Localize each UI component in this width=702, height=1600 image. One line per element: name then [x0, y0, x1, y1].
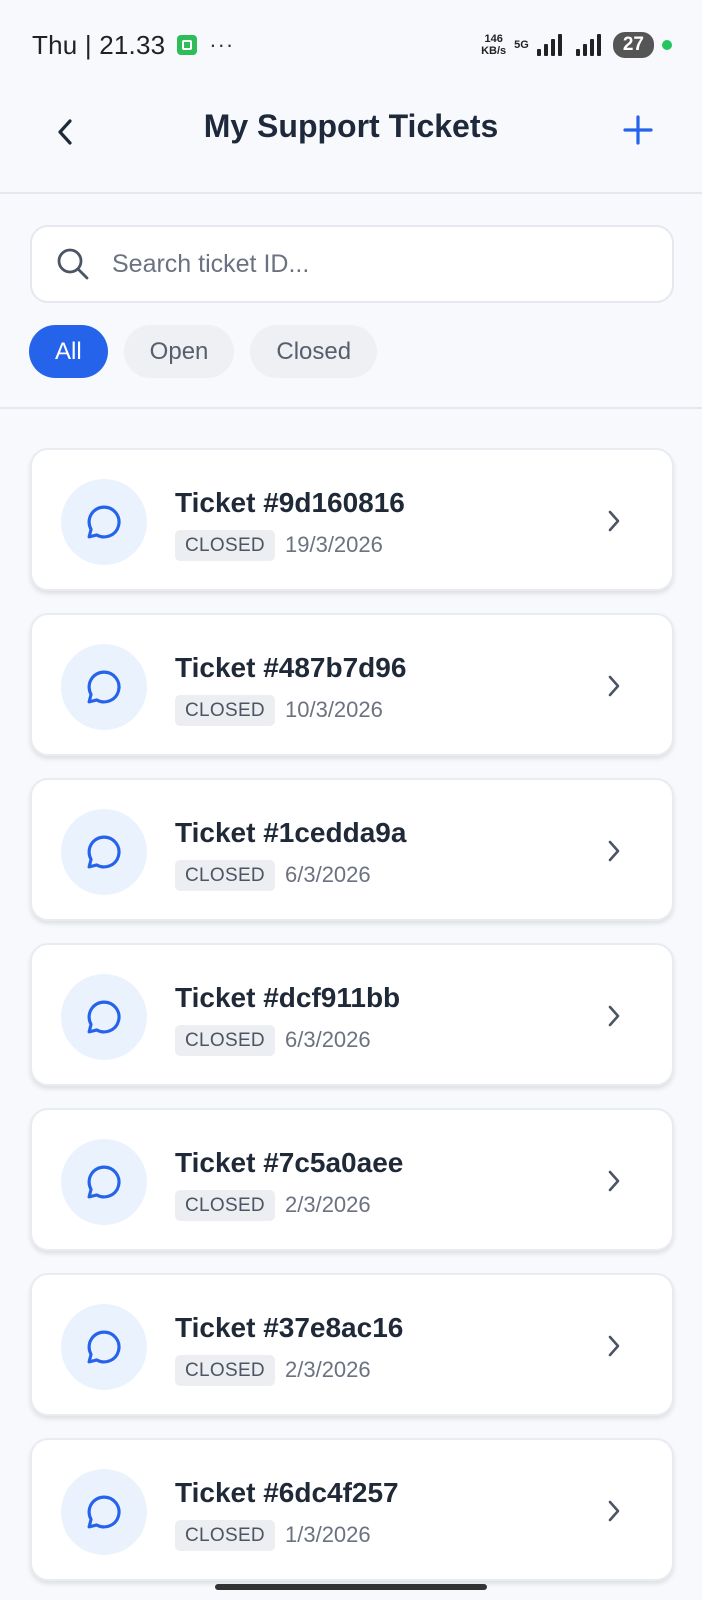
page-title: My Support Tickets: [203, 108, 499, 144]
network-speed-value: 146: [484, 33, 503, 45]
status-badge: CLOSED: [175, 1355, 275, 1386]
ticket-icon-circle: [61, 1139, 147, 1225]
chat-bubble-icon: [87, 1165, 121, 1199]
filter-all[interactable]: All: [29, 325, 108, 378]
signal-icon: [536, 34, 562, 56]
chevron-right-icon: [604, 1331, 624, 1361]
status-badge: CLOSED: [175, 695, 275, 726]
chat-bubble-icon: [87, 1000, 121, 1034]
ticket-card[interactable]: Ticket #6dc4f257 CLOSED 1/3/2026: [30, 1438, 674, 1581]
ticket-icon-circle: [61, 644, 147, 730]
chat-bubble-icon: [87, 835, 121, 869]
ticket-card[interactable]: Ticket #37e8ac16 CLOSED 2/3/2026: [30, 1273, 674, 1416]
chat-bubble-icon: [87, 1495, 121, 1529]
privacy-dot-icon: [662, 40, 672, 50]
ticket-card[interactable]: Ticket #9d160816 CLOSED 19/3/2026: [30, 448, 674, 591]
ticket-card[interactable]: Ticket #1cedda9a CLOSED 6/3/2026: [30, 778, 674, 921]
ticket-date: 10/3/2026: [285, 697, 383, 722]
section-divider: [0, 407, 702, 409]
ticket-card[interactable]: Ticket #dcf911bb CLOSED 6/3/2026: [30, 943, 674, 1086]
chat-bubble-icon: [87, 505, 121, 539]
battery-indicator: 27: [612, 32, 654, 58]
chevron-right-icon: [604, 506, 624, 536]
app-header: My Support Tickets: [0, 90, 702, 194]
status-time: Thu | 21.33: [32, 29, 166, 60]
ticket-icon-circle: [61, 479, 147, 565]
app-notification-icon: [177, 35, 198, 55]
status-bar-left: Thu | 21.33 ···: [32, 30, 234, 61]
filter-open[interactable]: Open: [123, 325, 235, 378]
status-badge: CLOSED: [175, 1520, 275, 1551]
chevron-right-icon: [604, 1166, 624, 1196]
ticket-title: Ticket #1cedda9a: [175, 817, 407, 848]
search-icon: [57, 248, 89, 280]
ticket-date: 2/3/2026: [285, 1192, 371, 1217]
status-bar: Thu | 21.33 ··· 146 KB/s 5G 27: [0, 0, 702, 90]
status-badge: CLOSED: [175, 1190, 275, 1221]
network-speed: 146 KB/s: [481, 33, 506, 57]
ticket-title: Ticket #dcf911bb: [175, 982, 401, 1013]
ticket-title: Ticket #487b7d96: [175, 652, 407, 683]
ticket-icon-circle: [61, 974, 147, 1060]
ticket-date: 1/3/2026: [285, 1522, 371, 1547]
home-indicator[interactable]: [215, 1584, 487, 1590]
search-box: [30, 225, 674, 303]
plus-icon: [623, 115, 653, 145]
chevron-right-icon: [604, 671, 624, 701]
network-speed-unit: KB/s: [481, 45, 507, 57]
ticket-date: 19/3/2026: [285, 532, 383, 557]
ticket-icon-circle: [61, 1469, 147, 1555]
ticket-title: Ticket #6dc4f257: [175, 1477, 399, 1508]
ticket-icon-circle: [61, 1304, 147, 1390]
filter-chips: All Open Closed: [29, 325, 378, 378]
signal-icon-2: [575, 34, 601, 56]
status-badge: CLOSED: [175, 530, 275, 561]
chevron-right-icon: [604, 1496, 624, 1526]
ticket-date: 6/3/2026: [285, 1027, 371, 1052]
chevron-right-icon: [604, 1001, 624, 1031]
status-badge: CLOSED: [175, 860, 275, 891]
chevron-right-icon: [604, 836, 624, 866]
new-ticket-button[interactable]: [618, 110, 658, 150]
status-bar-right: 146 KB/s 5G 27: [481, 32, 672, 58]
ticket-date: 2/3/2026: [285, 1357, 371, 1382]
search-input[interactable]: [112, 249, 632, 279]
chat-bubble-icon: [87, 1330, 121, 1364]
more-notifications-icon: ···: [209, 32, 235, 57]
ticket-title: Ticket #7c5a0aee: [175, 1147, 404, 1178]
ticket-icon-circle: [61, 809, 147, 895]
ticket-date: 6/3/2026: [285, 862, 371, 887]
ticket-card[interactable]: Ticket #7c5a0aee CLOSED 2/3/2026: [30, 1108, 674, 1251]
ticket-title: Ticket #37e8ac16: [175, 1312, 404, 1343]
filter-closed[interactable]: Closed: [250, 325, 378, 378]
network-type: 5G: [514, 39, 529, 51]
ticket-card[interactable]: Ticket #487b7d96 CLOSED 10/3/2026: [30, 613, 674, 756]
ticket-title: Ticket #9d160816: [175, 487, 405, 518]
status-badge: CLOSED: [175, 1025, 275, 1056]
chat-bubble-icon: [87, 670, 121, 704]
